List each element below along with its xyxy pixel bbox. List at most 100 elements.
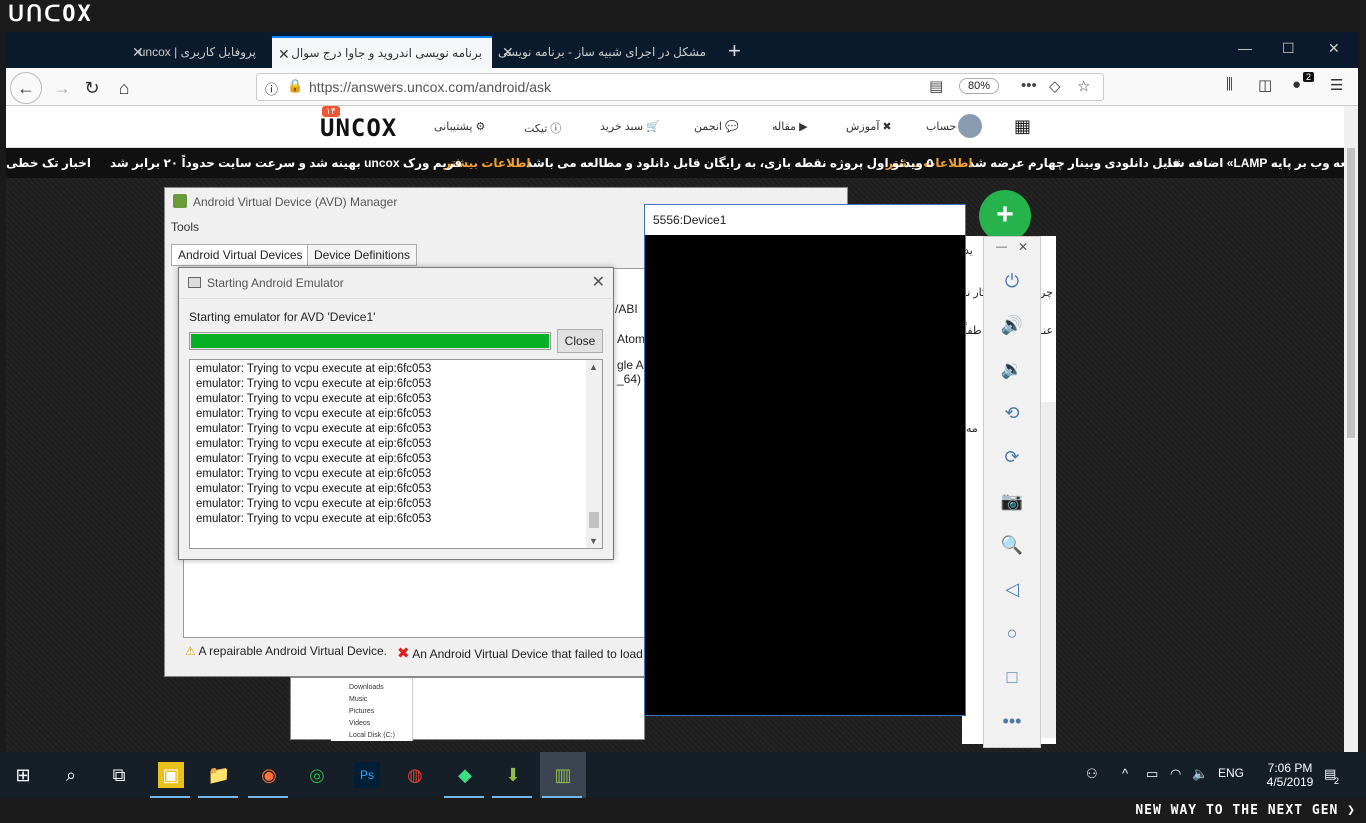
battery-icon[interactable]: ▭	[1146, 766, 1158, 782]
chrome-icon[interactable]: ◍	[402, 762, 428, 788]
close-icon[interactable]: ✕	[1018, 240, 1028, 254]
rotate-right-icon[interactable]: ⟳	[1000, 445, 1024, 469]
windows-start-icon[interactable]: ⊞	[10, 762, 36, 788]
android-studio-icon[interactable]: ◆	[452, 762, 478, 788]
scroll-up-icon[interactable]: ▲	[589, 362, 598, 372]
firefox-icon[interactable]: ◉	[256, 762, 282, 788]
ticker-item[interactable]: فایل دانلودی وبینار چهارم عرضه شد	[968, 156, 1180, 170]
tab-emulator-problem[interactable]: ✕ مشکل در اجرای شبیه ساز - برنامه نویسی	[496, 36, 716, 68]
ticker-item[interactable]: ۵ ویدئو اول پروژه نقطه بازی، به رایگان ق…	[526, 156, 934, 170]
menu-article[interactable]: ▶ مقاله	[772, 120, 808, 133]
menu-forum[interactable]: 💬 انجمن	[694, 120, 739, 133]
ticker-item[interactable]: توسعه وب بر پایه LAMP» اضافه شد	[1166, 156, 1358, 170]
log-scroll-thumb[interactable]	[589, 512, 599, 528]
maximize-icon[interactable]: ☐	[1282, 40, 1295, 57]
info-icon[interactable]: ⓘ	[265, 79, 278, 98]
rotate-left-icon[interactable]: ⟲	[1000, 401, 1024, 425]
new-tab-button[interactable]: +	[728, 38, 741, 64]
app-globe-icon[interactable]: ◎	[304, 762, 330, 788]
file-explorer-icon[interactable]: 📁	[206, 762, 232, 788]
menu-tools[interactable]: Tools	[171, 220, 199, 234]
log-scrollbar[interactable]: ▲ ▼	[586, 360, 602, 548]
minimize-icon[interactable]: —	[1238, 40, 1252, 56]
brand-bottom-bar: NEW WAY TO THE NEXT GEN ❯	[0, 798, 1366, 823]
volume-down-icon[interactable]: 🔉	[1000, 357, 1024, 381]
explorer-item[interactable]: Pictures	[349, 708, 374, 715]
extension-icon[interactable]: ●	[1292, 76, 1301, 93]
close-window-icon[interactable]: ✕	[1328, 40, 1340, 57]
menu-support[interactable]: ⚙ پشتیبانی	[434, 120, 485, 133]
zoom-level[interactable]: 80%	[959, 78, 1000, 94]
library-icon[interactable]: ⫼	[1226, 76, 1233, 93]
brand-logo: ᑌᑎᑕOX	[8, 2, 93, 27]
menu-icon[interactable]: ☰	[1330, 76, 1343, 94]
apps-grid-icon[interactable]: ▦	[1014, 116, 1031, 137]
back-button[interactable]: ←	[10, 72, 42, 104]
home-button[interactable]: ⌂	[110, 74, 138, 102]
overview-icon[interactable]: □	[1000, 665, 1024, 689]
power-icon[interactable]: ⏻	[1000, 269, 1024, 293]
wifi-icon[interactable]: ◠	[1170, 766, 1181, 782]
brand-slogan: NEW WAY TO THE NEXT GEN ❯	[1135, 803, 1356, 818]
avatar[interactable]	[958, 114, 982, 138]
add-icon[interactable]: +	[979, 190, 1031, 242]
close-icon[interactable]: ✕	[278, 46, 290, 63]
fragment-scrollbar[interactable]	[1040, 402, 1056, 738]
camera-icon[interactable]: 📷	[1000, 489, 1024, 513]
menu-learning[interactable]: ✖ آموزش	[846, 120, 892, 133]
scrollbar-thumb[interactable]	[1347, 148, 1355, 438]
menu-cart[interactable]: 🛒 سبد خرید	[600, 120, 660, 133]
avd-manager-icon[interactable]: ▥	[550, 762, 576, 788]
show-hidden-icon[interactable]: ^	[1122, 766, 1128, 781]
bookmark-star-icon[interactable]: ☆	[1077, 77, 1090, 95]
news-ticker: توسعه وب بر پایه LAMP» اضافه شد فایل دان…	[6, 148, 1358, 178]
explorer-item[interactable]: Music	[349, 696, 367, 703]
close-icon[interactable]: ✕	[592, 272, 605, 292]
minimize-icon[interactable]: —	[996, 241, 1007, 253]
explorer-item[interactable]: Videos	[349, 720, 370, 727]
log-line: emulator: Trying to vcpu execute at eip:…	[196, 468, 432, 480]
more-actions-icon[interactable]: •••	[1021, 77, 1037, 94]
task-view-icon[interactable]: ⧉	[106, 762, 132, 788]
explorer-item[interactable]: Downloads	[349, 684, 384, 691]
page-scrollbar[interactable]	[1344, 106, 1358, 752]
url-bar[interactable]: ⓘ 🔒 https://answers.uncox.com/android/as…	[256, 73, 1104, 101]
forward-button[interactable]: →	[48, 74, 76, 102]
zoom-icon[interactable]: 🔍	[1000, 533, 1024, 557]
sidebar-icon[interactable]: ◫	[1258, 76, 1272, 94]
menu-ticket[interactable]: ⓘ تیکت	[524, 120, 561, 136]
tab-ask-question[interactable]: ✕ برنامه نویسی اندروید و جاوا درج سوال	[272, 36, 492, 68]
menu-account[interactable]: حساب	[926, 120, 956, 133]
pocket-icon[interactable]: ◇	[1049, 77, 1061, 95]
back-icon[interactable]: ◁	[1000, 577, 1024, 601]
log-line: emulator: Trying to vcpu execute at eip:…	[196, 453, 432, 465]
device-window[interactable]: 5556:Device1	[644, 204, 966, 716]
fragment-text: چر	[1040, 287, 1053, 299]
home-icon[interactable]: ○	[1000, 621, 1024, 645]
language-indicator[interactable]: ENG	[1218, 766, 1244, 780]
app-icon[interactable]: ▣	[158, 762, 184, 788]
more-icon[interactable]: •••	[1000, 709, 1024, 733]
close-button[interactable]: Close	[557, 329, 603, 353]
reader-view-icon[interactable]: ▤	[929, 77, 943, 95]
close-icon[interactable]: ✕	[502, 44, 514, 61]
reload-button[interactable]: ↻	[78, 74, 106, 102]
volume-icon[interactable]: 🔈	[1192, 766, 1208, 782]
tab-avds[interactable]: Android Virtual Devices	[171, 244, 310, 266]
sdk-manager-icon[interactable]: ⬇	[500, 762, 526, 788]
ticker-item[interactable]: فریم ورک uncox بهینه شد و سرعت سایت حدود…	[110, 156, 462, 170]
explorer-item[interactable]: Local Disk (C:)	[349, 732, 395, 739]
volume-up-icon[interactable]: 🔊	[1000, 313, 1024, 337]
search-icon[interactable]: ⌕	[58, 762, 84, 788]
site-logo[interactable]: UNCOX	[320, 114, 397, 142]
tab-device-definitions[interactable]: Device Definitions	[307, 244, 418, 266]
clock[interactable]: 7:06 PM 4/5/2019	[1262, 761, 1318, 789]
emulator-log[interactable]: ▲ ▼ emulator: Trying to vcpu execute at …	[189, 359, 603, 549]
avd-title: Android Virtual Device (AVD) Manager	[193, 195, 398, 209]
close-icon[interactable]: ✕	[132, 44, 144, 61]
tab-profile[interactable]: ✕ پروفایل کاربری | uncox	[126, 36, 266, 68]
people-icon[interactable]: ⚇	[1086, 766, 1098, 782]
scroll-down-icon[interactable]: ▼	[589, 536, 598, 546]
log-line: emulator: Trying to vcpu execute at eip:…	[196, 363, 432, 375]
photoshop-icon[interactable]: Ps	[354, 762, 380, 788]
